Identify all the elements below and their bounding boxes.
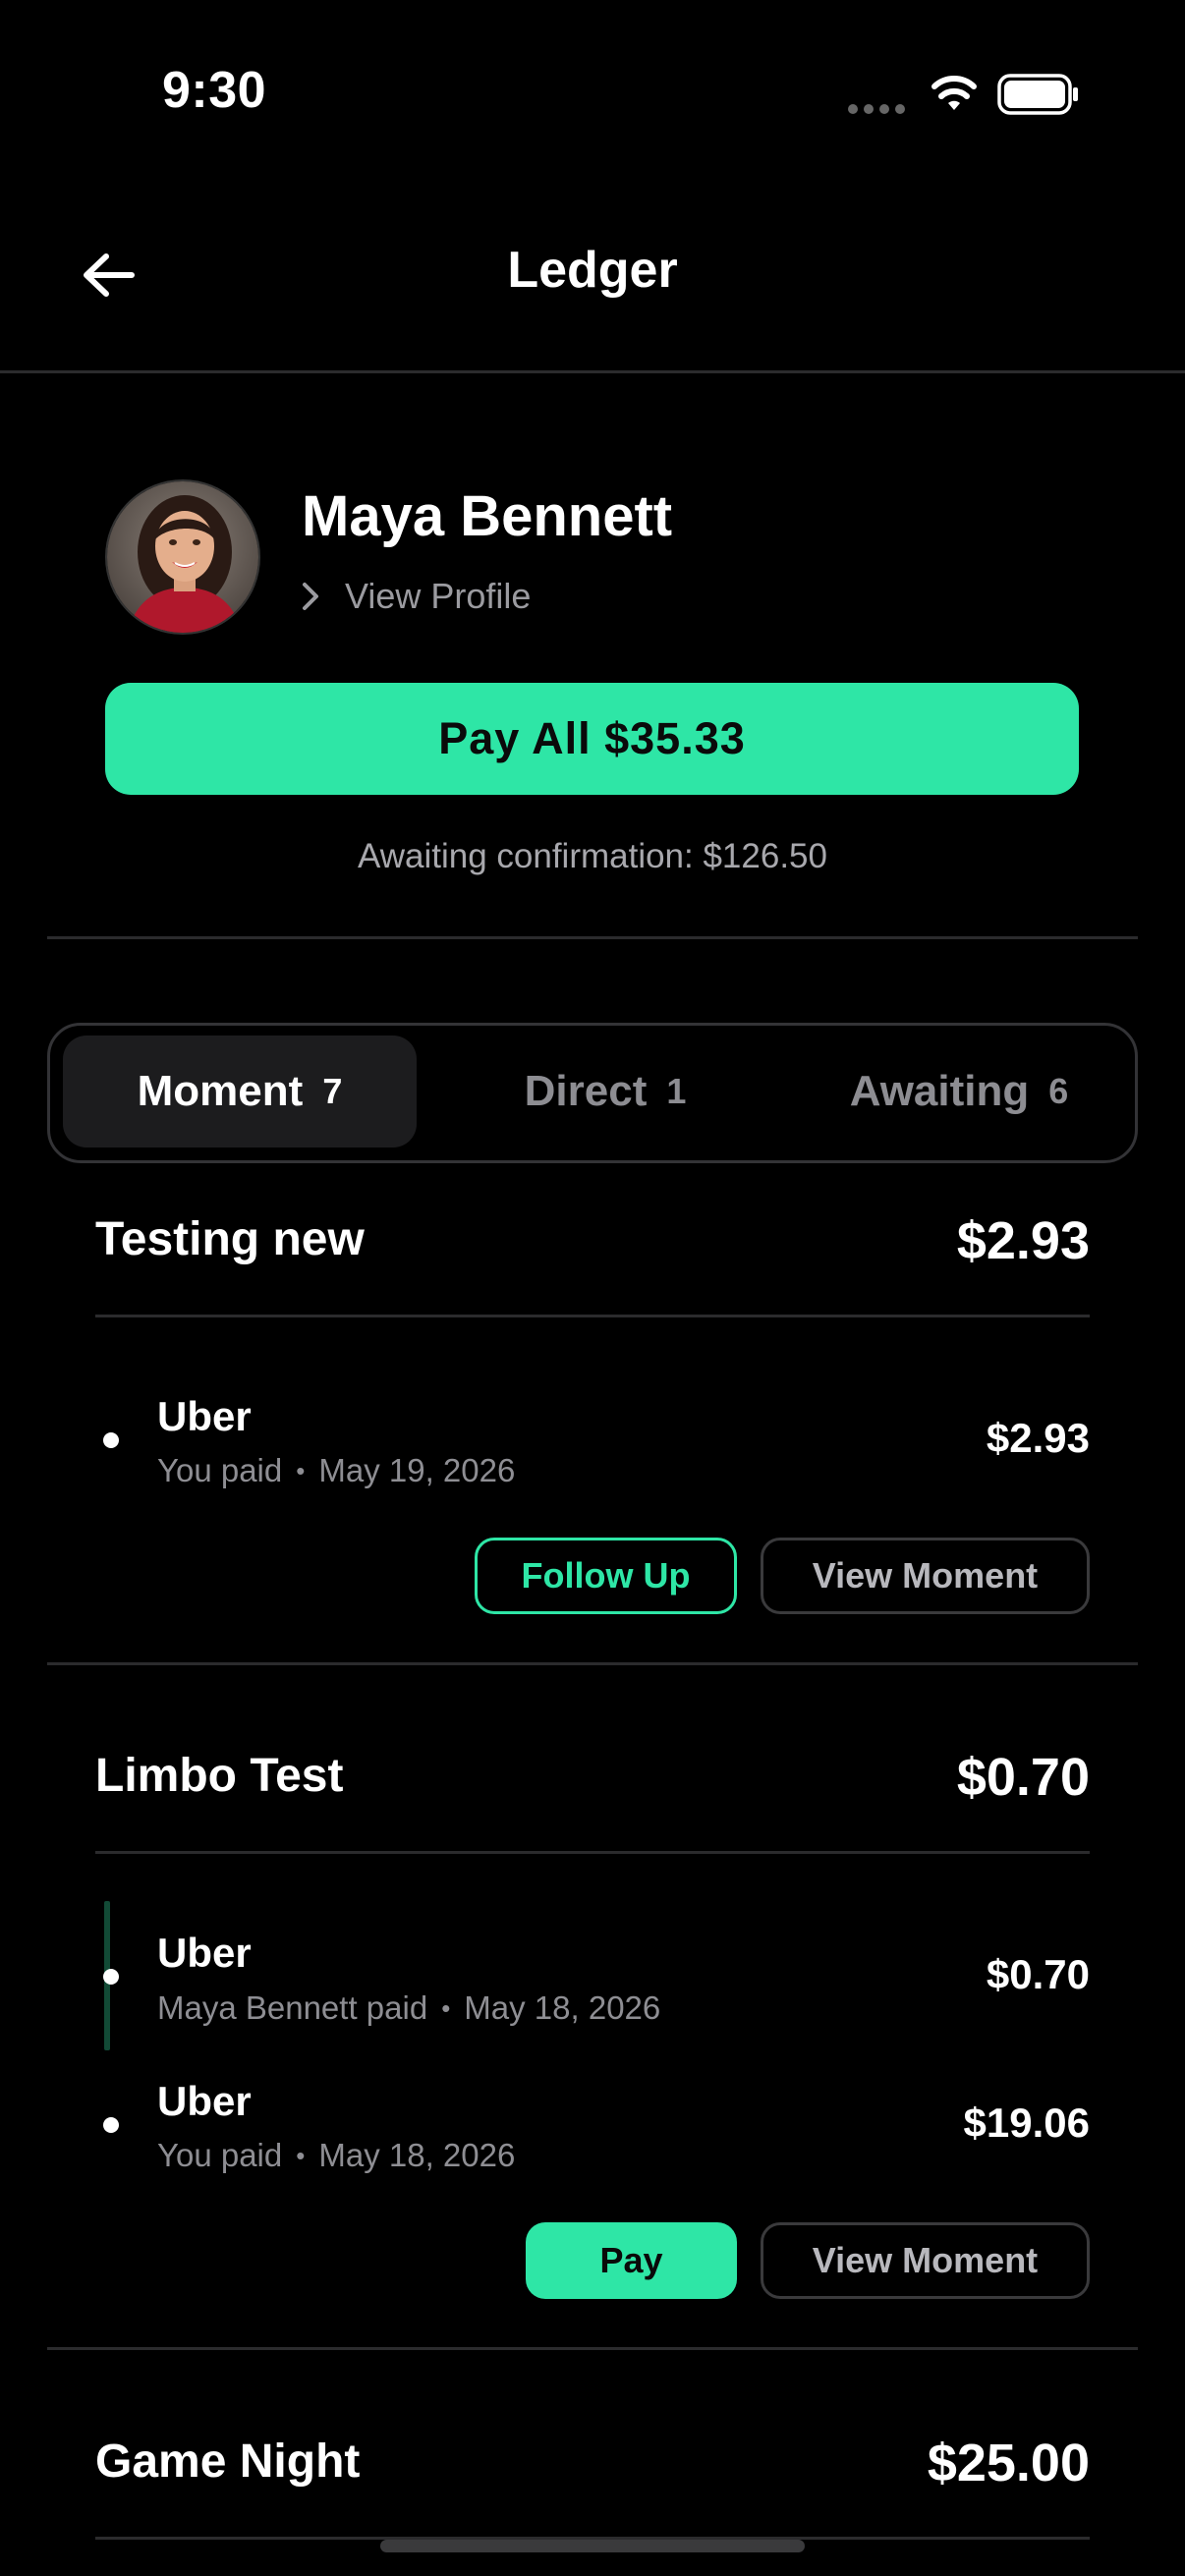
tab-count: 7 [322, 1071, 343, 1111]
meta-separator: • [296, 1455, 306, 1485]
cellular-signal-icon [848, 104, 905, 114]
item-date: May 18, 2026 [464, 1989, 661, 2026]
profile-name: Maya Bennett [302, 484, 673, 548]
back-arrow-icon [84, 253, 135, 297]
item-meta: Maya Bennett paid • May 18, 2026 [157, 1989, 660, 2027]
view-profile-link[interactable]: View Profile [302, 576, 531, 617]
tab-count: 6 [1048, 1071, 1069, 1111]
group-title: Limbo Test [95, 1750, 344, 1802]
wifi-icon [931, 76, 977, 110]
view-profile-label: View Profile [345, 576, 532, 616]
group-amount: $25.00 [927, 2434, 1090, 2492]
header-divider [0, 370, 1185, 373]
item-payer: You paid [157, 2137, 283, 2173]
home-indicator [380, 2540, 805, 2552]
section-divider [47, 1662, 1138, 1665]
item-date: May 18, 2026 [318, 2137, 516, 2173]
item-payer: You paid [157, 1452, 283, 1488]
bullet-dot [103, 1432, 119, 1448]
avatar[interactable] [105, 479, 260, 635]
item-date: May 19, 2026 [318, 1452, 516, 1488]
group-divider [95, 1851, 1090, 1854]
group-amount: $2.93 [956, 1211, 1090, 1270]
page-title: Ledger [507, 242, 678, 299]
bullet-dot [103, 2117, 119, 2133]
tab-label: Moment [137, 1067, 304, 1115]
group-title: Game Night [95, 2436, 361, 2488]
section-divider [47, 936, 1138, 939]
battery-icon [997, 74, 1078, 115]
follow-up-button[interactable]: Follow Up [475, 1538, 737, 1614]
meta-separator: • [441, 1992, 451, 2023]
avatar-photo [107, 481, 258, 633]
item-name: Uber [157, 1930, 252, 1976]
meta-separator: • [296, 2140, 306, 2170]
back-button[interactable] [69, 241, 147, 309]
view-moment-button[interactable]: View Moment [761, 2222, 1090, 2299]
group-amount: $0.70 [956, 1748, 1090, 1807]
tab-awaiting[interactable]: Awaiting 6 [787, 1036, 1131, 1148]
section-divider [47, 2347, 1138, 2350]
view-moment-button[interactable]: View Moment [761, 1538, 1090, 1614]
item-name: Uber [157, 2078, 252, 2124]
group-divider [95, 1315, 1090, 1317]
segmented-tabs: Moment 7 Direct 1 Awaiting 6 [47, 1023, 1138, 1163]
bullet-dot [103, 1969, 119, 1985]
item-meta: You paid • May 19, 2026 [157, 1452, 515, 1489]
tab-direct[interactable]: Direct 1 [443, 1036, 767, 1148]
status-time: 9:30 [162, 62, 267, 119]
item-amount: $2.93 [986, 1415, 1090, 1461]
item-payer: Maya Bennett paid [157, 1989, 428, 2026]
group-title: Testing new [95, 1213, 365, 1265]
item-meta: You paid • May 18, 2026 [157, 2137, 515, 2174]
tab-label: Direct [524, 1067, 648, 1115]
item-name: Uber [157, 1393, 252, 1439]
item-amount: $19.06 [963, 2100, 1090, 2146]
tab-moment[interactable]: Moment 7 [63, 1036, 417, 1148]
pay-button[interactable]: Pay [526, 2222, 737, 2299]
awaiting-confirmation-text: Awaiting confirmation: $126.50 [358, 837, 827, 875]
chevron-right-icon [303, 583, 318, 610]
pay-all-button[interactable]: Pay All $35.33 [105, 683, 1079, 795]
tab-count: 1 [666, 1071, 687, 1111]
tab-label: Awaiting [849, 1067, 1030, 1115]
item-amount: $0.70 [986, 1951, 1090, 1997]
